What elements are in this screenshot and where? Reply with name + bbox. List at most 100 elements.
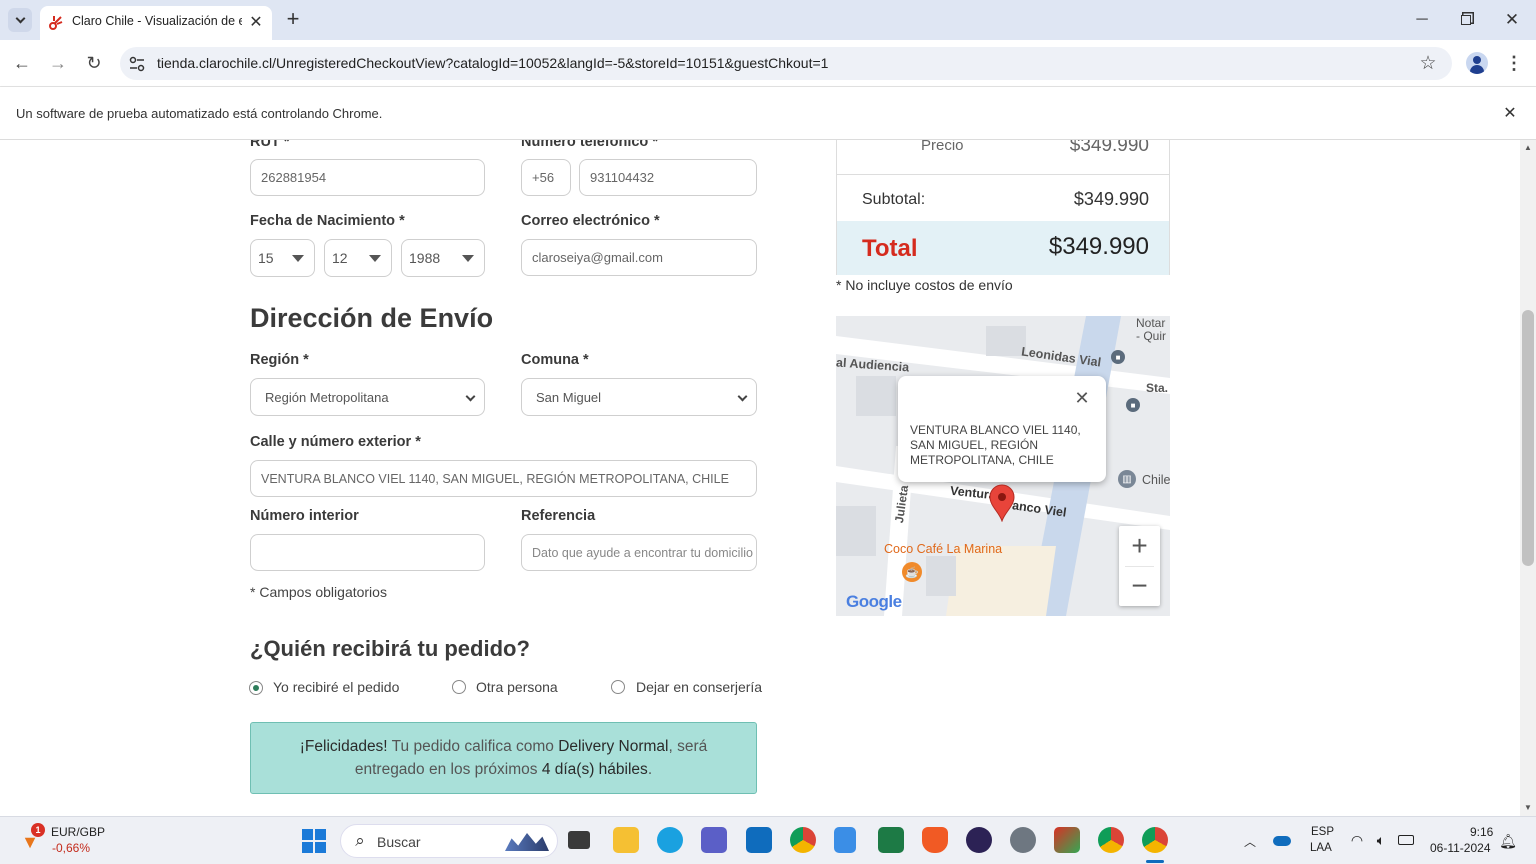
forward-arrow-icon[interactable]: →: [46, 51, 70, 75]
info-window-close-icon[interactable]: ✕: [1072, 388, 1092, 408]
site-settings-icon[interactable]: [129, 56, 145, 72]
brave-icon[interactable]: [922, 827, 948, 853]
birth-day-select[interactable]: 15: [250, 239, 315, 277]
scroll-down-icon[interactable]: ▼: [1523, 802, 1533, 812]
lang-primary[interactable]: ESP: [1311, 826, 1334, 838]
total-value: $349.990: [1048, 233, 1149, 260]
app-icon[interactable]: [1054, 827, 1080, 853]
chrome-active-icon[interactable]: [1142, 827, 1168, 853]
rut-input[interactable]: 262881954: [250, 159, 485, 196]
battery-icon[interactable]: [1398, 835, 1414, 845]
teams-icon[interactable]: [701, 827, 727, 853]
zoom-in-button[interactable]: +: [1119, 526, 1160, 566]
back-arrow-icon[interactable]: ←: [10, 51, 34, 75]
task-view-icon[interactable]: [568, 831, 590, 849]
chrome-icon[interactable]: [1098, 827, 1124, 853]
chevron-down-icon: [15, 13, 25, 24]
windows-taskbar: ▼ 1 EUR/GBP -0,66% ⌕ Buscar ︿ ESP LAA ◠ …: [0, 816, 1536, 864]
total-row: Total $349.990: [837, 221, 1169, 275]
street-value: VENTURA BLANCO VIEL 1140, SAN MIGUEL, RE…: [261, 471, 729, 486]
notification-bell-icon[interactable]: 🔔︎: [1499, 832, 1517, 850]
volume-icon[interactable]: 🔈︎: [1372, 831, 1390, 849]
wifi-icon[interactable]: ◠: [1348, 831, 1366, 849]
caret-down-icon: [292, 255, 304, 262]
phone-value: 931104432: [590, 170, 655, 185]
radio-concierge[interactable]: [611, 680, 625, 694]
clock-date[interactable]: 06-11-2024: [1430, 841, 1491, 855]
google-logo: Google: [846, 592, 902, 611]
excel-icon[interactable]: [878, 827, 904, 853]
map[interactable]: Leonidas Vial al Audiencia Sta. Notar - …: [836, 316, 1170, 616]
street-input[interactable]: VENTURA BLANCO VIEL 1140, SAN MIGUEL, RE…: [250, 460, 757, 497]
birth-day-value: 15: [258, 250, 274, 266]
chevron-down-icon: [737, 391, 748, 402]
radio-concierge-label[interactable]: Dejar en conserjería: [636, 679, 762, 695]
clock-time[interactable]: 9:16: [1470, 825, 1493, 839]
taskbar-search[interactable]: ⌕ Buscar: [340, 824, 558, 858]
outlook-icon[interactable]: [746, 827, 772, 853]
birth-year-select[interactable]: 1988: [401, 239, 485, 277]
tab-title: Claro Chile - Visualización de e: [72, 14, 242, 28]
total-label: Total: [862, 235, 918, 262]
tab-search-button[interactable]: [8, 8, 32, 32]
comuna-select[interactable]: San Miguel: [521, 378, 757, 416]
radio-other-label[interactable]: Otra persona: [476, 679, 558, 695]
map-label-notar: Notar: [1136, 316, 1166, 330]
bookmark-star-icon[interactable]: ☆: [1416, 51, 1440, 75]
tray-chevron-icon[interactable]: ︿: [1240, 831, 1260, 851]
url-text[interactable]: tienda.clarochile.cl/UnregisteredCheckou…: [157, 55, 828, 71]
chrome-icon[interactable]: [790, 827, 816, 853]
zoom-out-button[interactable]: −: [1119, 566, 1160, 606]
region-value: Región Metropolitana: [265, 389, 389, 405]
new-tab-button[interactable]: +: [282, 6, 304, 32]
reload-icon[interactable]: ↻: [82, 51, 106, 75]
eclipse-icon[interactable]: [966, 827, 992, 853]
active-tab[interactable]: Claro Chile - Visualización de e ✕: [40, 6, 272, 40]
widget-ticker[interactable]: ▼ 1 EUR/GBP -0,66%: [18, 823, 118, 859]
scroll-up-icon[interactable]: ▲: [1523, 142, 1533, 152]
file-explorer-icon[interactable]: [613, 827, 639, 853]
infobar-close-icon[interactable]: ✕: [1500, 103, 1520, 123]
reference-input[interactable]: Dato que ayude a encontrar tu domicilio: [521, 534, 757, 571]
birth-month-select[interactable]: 12: [324, 239, 392, 277]
map-marker-icon[interactable]: [989, 484, 1015, 522]
search-highlight-icon: [505, 833, 549, 851]
delivery-text2: , será: [668, 738, 708, 755]
page-scrollbar[interactable]: ▲ ▼: [1520, 140, 1536, 816]
lang-secondary[interactable]: LAA: [1310, 842, 1332, 854]
phone-input[interactable]: 931104432: [579, 159, 757, 196]
phone-label: Número telefónico *: [521, 140, 658, 150]
email-input[interactable]: claroseiya@gmail.com: [521, 239, 757, 276]
radio-other[interactable]: [452, 680, 466, 694]
shipping-note: * No incluye costos de envío: [836, 277, 1013, 293]
region-select[interactable]: Región Metropolitana: [250, 378, 485, 416]
onedrive-cloud-icon[interactable]: [1273, 836, 1291, 846]
active-app-indicator: [1146, 860, 1164, 863]
rut-label: RUT *: [250, 140, 290, 150]
address-bar[interactable]: tienda.clarochile.cl/UnregisteredCheckou…: [120, 47, 1452, 80]
profile-avatar[interactable]: [1466, 52, 1488, 74]
delivery-type: Delivery Normal: [558, 738, 669, 755]
radio-self[interactable]: [249, 681, 263, 695]
close-tab-icon[interactable]: ✕: [246, 12, 266, 32]
radio-self-label[interactable]: Yo recibiré el pedido: [273, 679, 399, 695]
restore-icon[interactable]: [1454, 8, 1478, 32]
divider: [837, 174, 1169, 175]
price-label: Precio: [921, 140, 964, 154]
edge-icon[interactable]: [657, 827, 683, 853]
delivery-banner: ¡Felicidades! Tu pedido califica como De…: [250, 722, 757, 794]
birth-month-value: 12: [332, 250, 348, 266]
required-note: * Campos obligatorios: [250, 584, 387, 600]
start-button[interactable]: [302, 829, 326, 853]
checkout-page: RUT * 262881954 Número telefónico * +56 …: [0, 140, 1520, 816]
notepad-icon[interactable]: [834, 827, 856, 853]
scroll-thumb[interactable]: [1522, 310, 1534, 566]
zoom-controls: + −: [1119, 526, 1160, 606]
close-window-icon[interactable]: ✕: [1500, 8, 1524, 32]
menu-kebab-icon[interactable]: ⋮: [1502, 51, 1526, 75]
street-label: Calle y número exterior *: [250, 434, 421, 450]
interior-input[interactable]: [250, 534, 485, 571]
phone-prefix-input[interactable]: +56: [521, 159, 571, 196]
settings-gear-icon[interactable]: [1010, 827, 1036, 853]
minimize-icon[interactable]: ─: [1410, 8, 1434, 32]
